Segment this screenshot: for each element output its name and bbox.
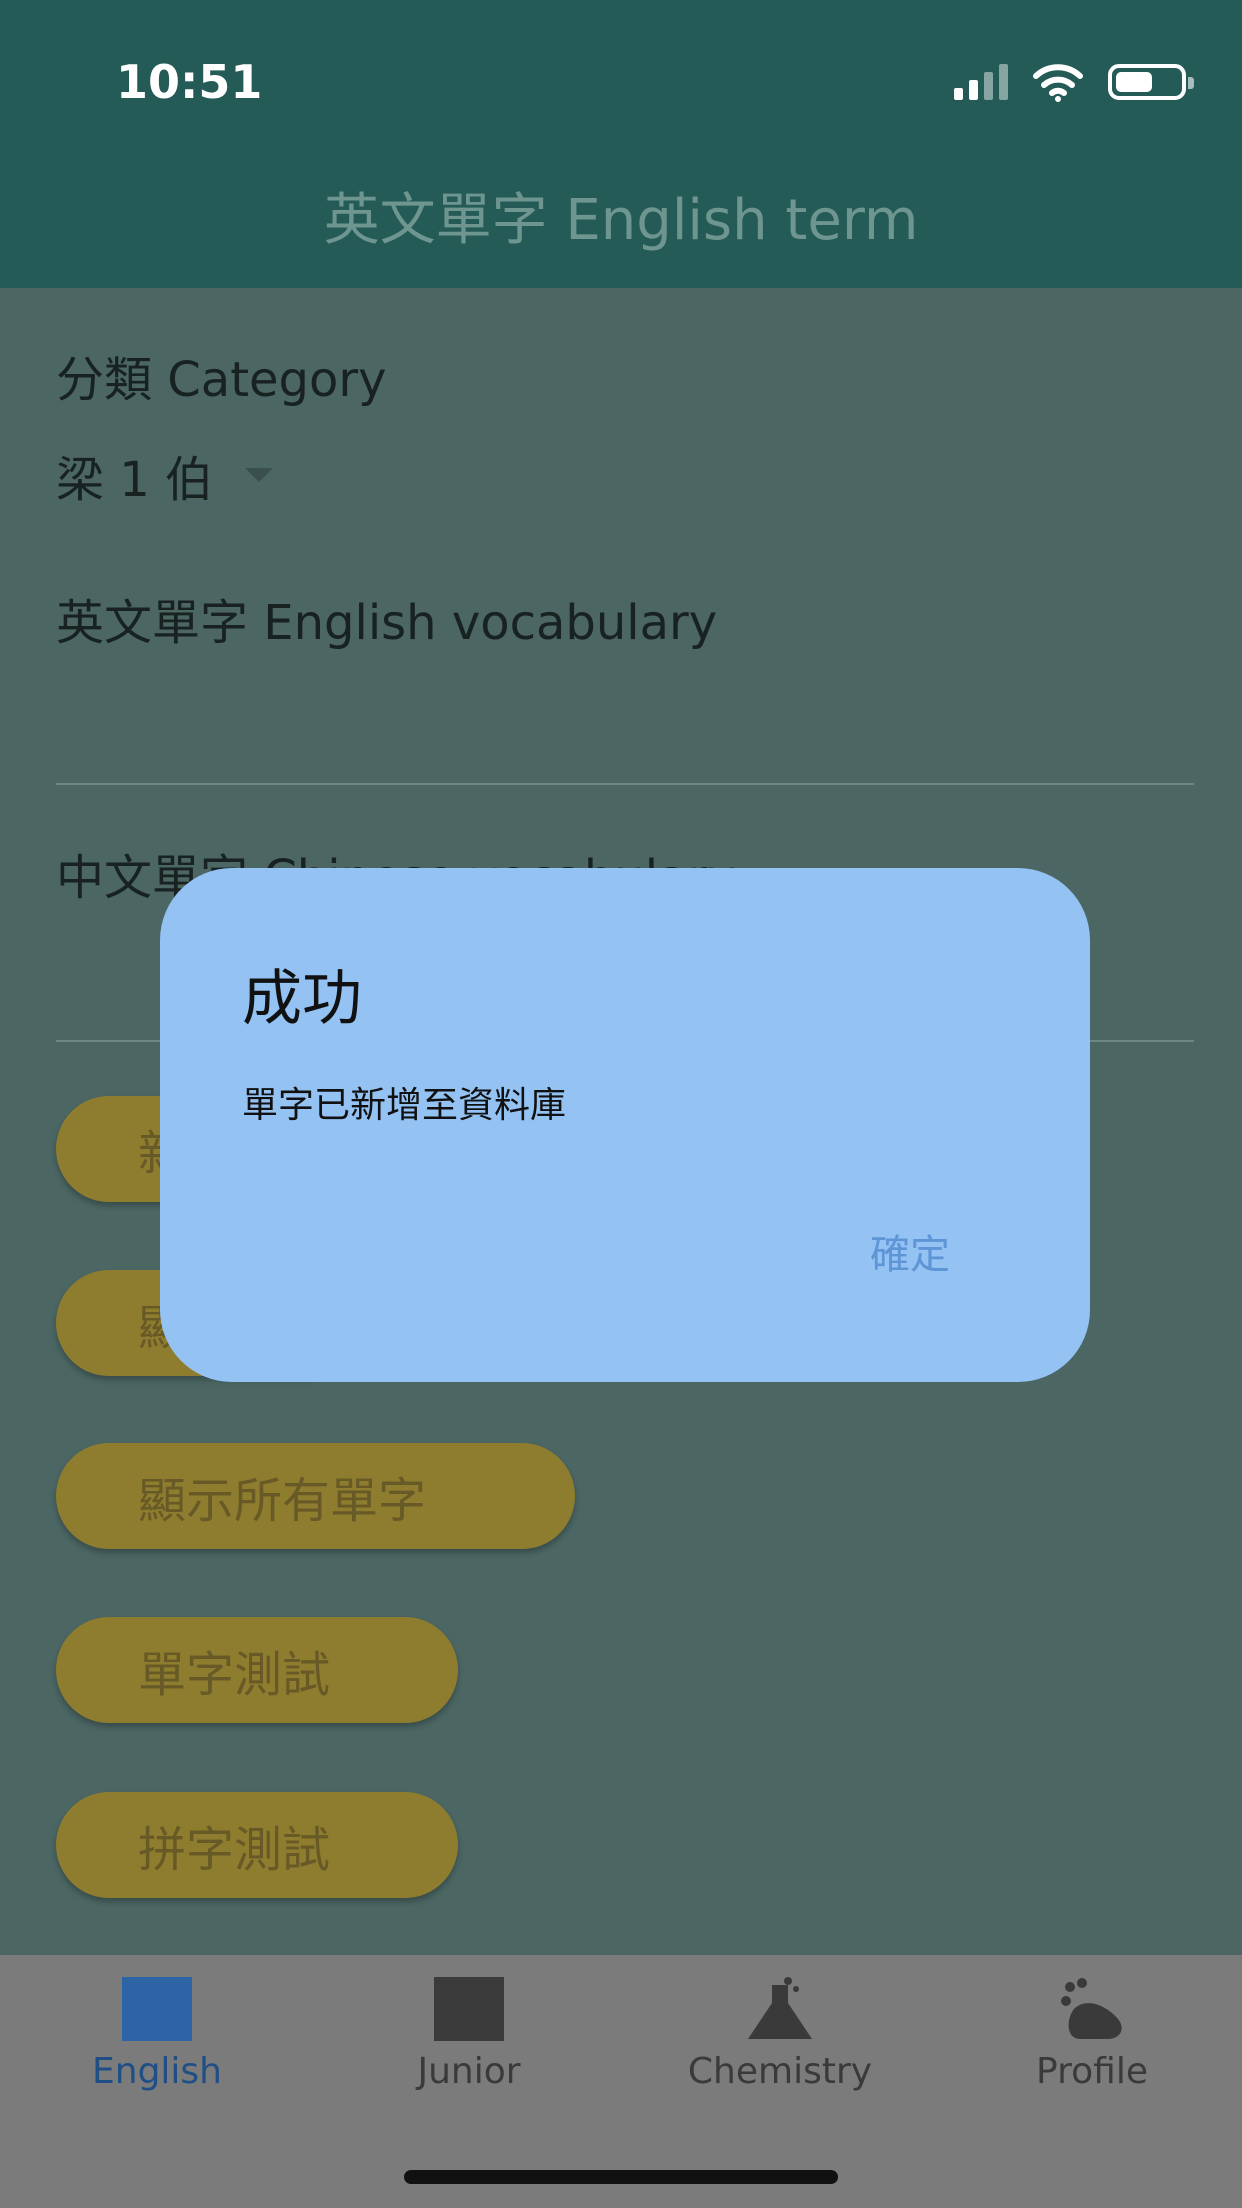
dialog-message: 單字已新增至資料庫 [242,1085,567,1126]
footprint-icon [1056,1975,1128,2043]
tab-english[interactable]: English [32,1975,282,2092]
status-icons [954,60,1194,104]
page-title: 英文單字 English term [323,188,919,253]
status-time: 10:51 [116,55,263,109]
app-header: 10:51 英文單字 English term [0,0,1242,288]
english-vocabulary-label: 英文單字 English vocabulary [56,595,718,651]
wifi-icon [1033,64,1083,102]
spelling-test-button[interactable]: 拼字測試 [56,1792,458,1898]
tab-profile[interactable]: Profile [967,1975,1217,2092]
tab-chemistry[interactable]: Chemistry [655,1975,905,2092]
show-all-words-button[interactable]: 顯示所有單字 [56,1443,575,1549]
flask-icon [744,1975,816,2043]
success-dialog: 成功 單字已新增至資料庫 確定 [160,868,1090,1382]
dialog-title: 成功 [242,964,362,1034]
category-label: 分類 Category [56,352,387,408]
confirm-button[interactable]: 確定 [870,1222,950,1280]
square-icon [121,1975,193,2043]
category-dropdown[interactable]: 梁 1 伯 [56,440,274,510]
english-input-underline [56,783,1194,785]
dropdown-caret-icon [245,468,274,482]
tab-junior[interactable]: Junior [344,1975,594,2092]
word-test-button[interactable]: 單字測試 [56,1617,458,1723]
home-indicator [404,2170,838,2184]
square-icon [433,1975,505,2043]
battery-icon [1108,64,1194,100]
category-value: 梁 1 伯 [56,452,214,508]
signal-icon [954,64,1008,100]
